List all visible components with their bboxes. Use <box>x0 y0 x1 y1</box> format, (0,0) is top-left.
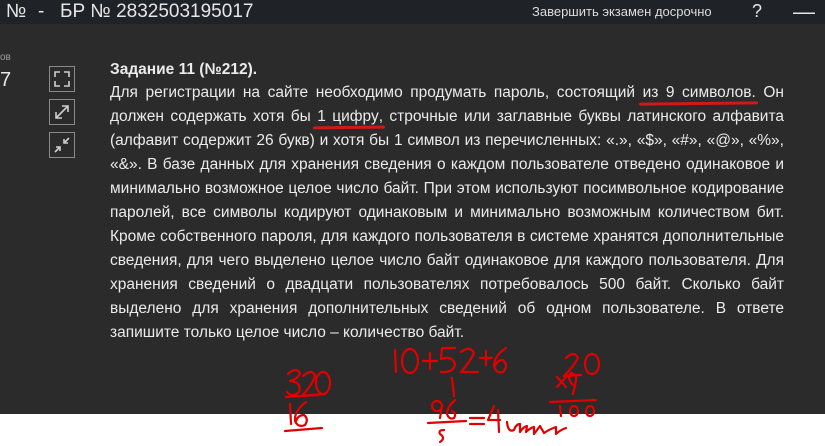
handwritten-multiplication <box>548 352 601 418</box>
handwritten-sum <box>393 346 508 375</box>
handwritten-fraction-left <box>283 368 332 433</box>
handwritten-96-over-8 <box>426 376 568 444</box>
handwriting-layer <box>283 346 601 444</box>
